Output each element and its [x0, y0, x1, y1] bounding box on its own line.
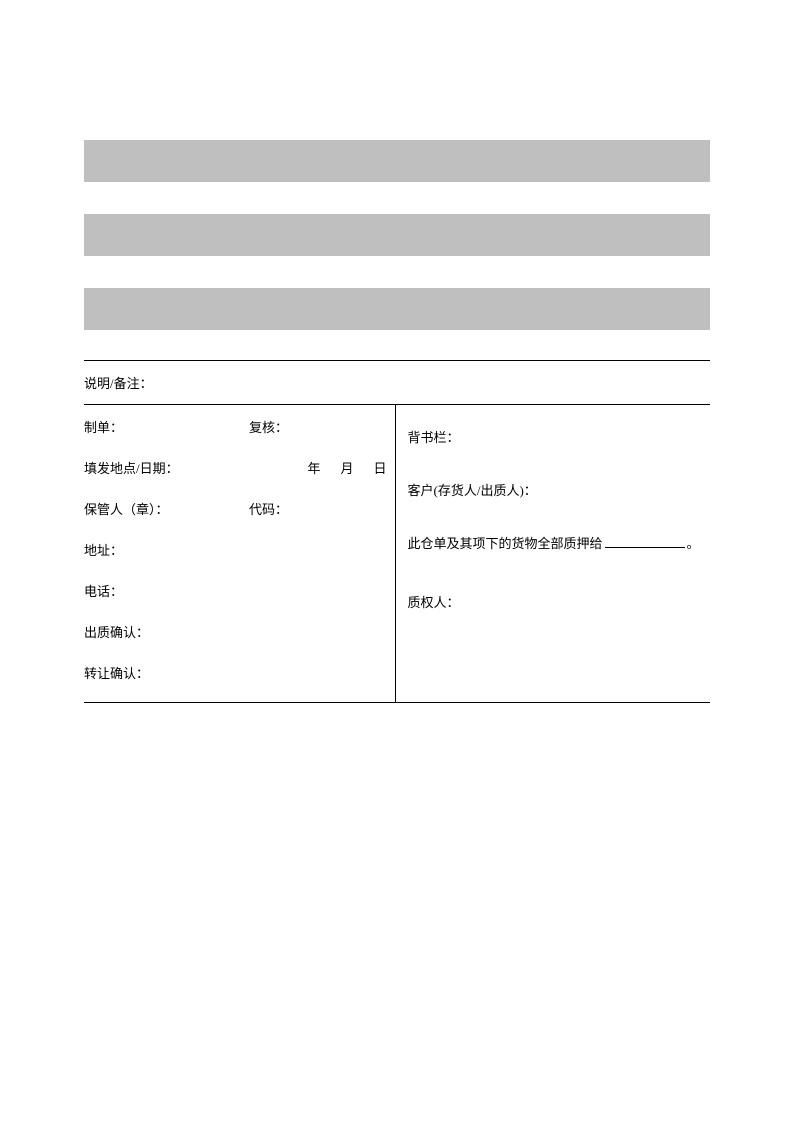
bottom-section: 制单： 复核： 填发地点/日期： 年 月 日 保管人（章）： 代码： 地址： — [84, 405, 710, 703]
code-label: 代码： — [249, 499, 288, 518]
preparer-row: 制单： 复核： — [84, 417, 387, 436]
pledge-confirm-row: 出质确认： — [84, 622, 387, 641]
client-label: 客户(存货人/出质人)： — [408, 483, 537, 498]
client-row: 客户(存货人/出质人)： — [408, 480, 711, 499]
pledgee-row: 质权人： — [408, 592, 711, 611]
left-column: 制单： 复核： 填发地点/日期： 年 月 日 保管人（章）： 代码： 地址： — [84, 405, 396, 702]
endorsement-row: 背书栏： — [408, 427, 711, 446]
issue-place-date-label: 填发地点/日期： — [84, 458, 179, 477]
day-label: 日 — [373, 458, 386, 477]
custodian-row: 保管人（章）： 代码： — [84, 499, 387, 518]
address-row: 地址： — [84, 540, 387, 559]
address-label: 地址： — [84, 540, 123, 559]
pledge-text-before: 此仓单及其项下的货物全部质押给 — [408, 533, 603, 552]
reviewer-label: 复核： — [249, 417, 288, 436]
gray-bar-3 — [84, 288, 710, 330]
pledge-confirm-label: 出质确认： — [84, 622, 149, 641]
remarks-label: 说明/备注： — [84, 376, 153, 391]
issue-date-row: 填发地点/日期： 年 月 日 — [84, 458, 387, 477]
year-label: 年 — [307, 458, 320, 477]
gray-bars-section — [84, 140, 710, 330]
transfer-confirm-row: 转让确认： — [84, 663, 387, 682]
gray-bar-1 — [84, 140, 710, 182]
preparer-label: 制单： — [84, 417, 249, 436]
pledge-blank — [605, 534, 685, 548]
phone-label: 电话： — [84, 581, 123, 600]
pledge-text-after: 。 — [687, 533, 700, 552]
date-parts: 年 月 日 — [307, 458, 386, 477]
endorsement-label: 背书栏： — [408, 430, 460, 445]
right-column: 背书栏： 客户(存货人/出质人)： 此仓单及其项下的货物全部质押给 。 质权人： — [396, 405, 711, 702]
gray-bar-2 — [84, 214, 710, 256]
pledgee-label: 质权人： — [408, 595, 460, 610]
phone-row: 电话： — [84, 581, 387, 600]
month-label: 月 — [340, 458, 353, 477]
pledge-statement-row: 此仓单及其项下的货物全部质押给 。 — [408, 533, 711, 552]
remarks-section: 说明/备注： — [84, 360, 710, 405]
custodian-label: 保管人（章）： — [84, 499, 249, 518]
transfer-confirm-label: 转让确认： — [84, 663, 149, 682]
